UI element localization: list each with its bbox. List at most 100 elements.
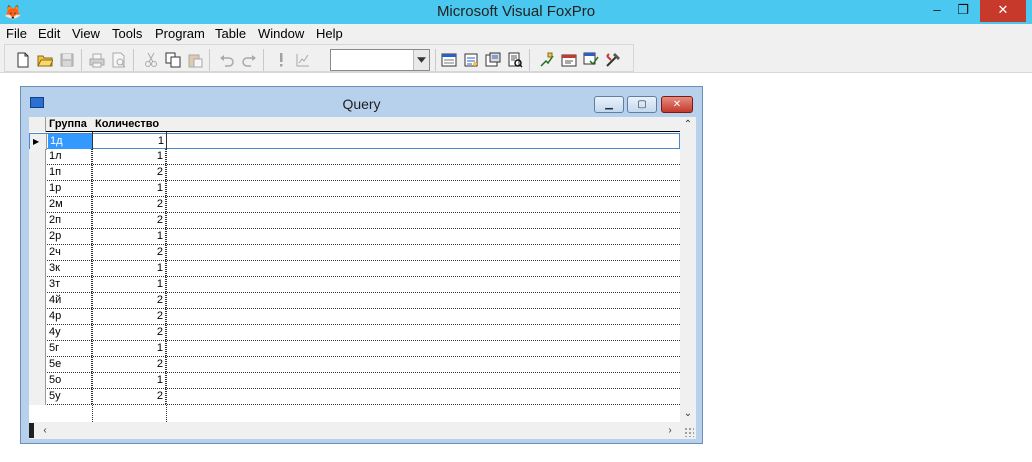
cell-group[interactable]: 1п: [47, 165, 92, 180]
query-maximize-button[interactable]: ▢: [627, 96, 657, 113]
query-minimize-button[interactable]: ▁: [594, 96, 624, 113]
cell-group[interactable]: 1р: [47, 181, 92, 196]
table-row[interactable]: 4у 2: [29, 325, 680, 341]
column-header-count[interactable]: Количество: [93, 117, 159, 132]
cell-group[interactable]: 5г: [47, 341, 92, 356]
table-row[interactable]: 3т 1: [29, 277, 680, 293]
cell-count[interactable]: 1: [92, 181, 166, 196]
menu-file[interactable]: File: [6, 26, 27, 41]
table-row[interactable]: 5г 1: [29, 341, 680, 357]
table-row[interactable]: 2п 2: [29, 213, 680, 229]
record-selector[interactable]: [29, 245, 46, 261]
table-row[interactable]: 1р 1: [29, 181, 680, 197]
scroll-down-icon[interactable]: ⌄: [680, 406, 696, 422]
cell-count[interactable]: 1: [92, 373, 166, 388]
table-row[interactable]: 2ч 2: [29, 245, 680, 261]
record-selector[interactable]: [29, 277, 46, 293]
record-selector[interactable]: [29, 181, 46, 197]
toolbar-combo[interactable]: [330, 49, 430, 71]
table-row[interactable]: 3к 1: [29, 261, 680, 277]
query-title-bar[interactable]: Query ▁ ▢ ✕: [21, 87, 702, 115]
table-row[interactable]: 4р 2: [29, 309, 680, 325]
cell-group[interactable]: 4р: [47, 309, 92, 324]
scroll-left-icon[interactable]: ‹: [37, 422, 53, 439]
cell-count[interactable]: 2: [92, 213, 166, 228]
table-row[interactable]: 1п 2: [29, 165, 680, 181]
cell-group[interactable]: 5у: [47, 389, 92, 404]
builder-icon[interactable]: [603, 50, 623, 70]
cell-group[interactable]: 1д: [48, 134, 93, 149]
cell-group[interactable]: 2п: [47, 213, 92, 228]
browse-grid[interactable]: Группа Количество ▶ 1д 1 1л 1 1п 2 1р 1 2м 2 2п 2 2р 1…: [29, 117, 680, 422]
code-window-icon[interactable]: [483, 50, 503, 70]
table-row[interactable]: 5е 2: [29, 357, 680, 373]
undo-icon[interactable]: [217, 50, 237, 70]
cell-count[interactable]: 2: [92, 309, 166, 324]
cell-count[interactable]: 1: [92, 261, 166, 276]
record-selector[interactable]: [29, 261, 46, 277]
menu-tools[interactable]: Tools: [112, 26, 142, 41]
table-row[interactable]: 4й 2: [29, 293, 680, 309]
scroll-right-icon[interactable]: ›: [662, 422, 678, 439]
menu-help[interactable]: Help: [316, 26, 343, 41]
save-icon[interactable]: [57, 50, 77, 70]
record-selector[interactable]: [29, 389, 46, 405]
table-row[interactable]: 5у 2: [29, 389, 680, 405]
table-row[interactable]: 5о 1: [29, 373, 680, 389]
cell-count[interactable]: 2: [92, 389, 166, 404]
redo-icon[interactable]: [239, 50, 259, 70]
new-file-icon[interactable]: [13, 50, 33, 70]
record-selector[interactable]: [29, 149, 46, 165]
grid-split-bar[interactable]: [29, 423, 34, 438]
cell-group[interactable]: 2м: [47, 197, 92, 212]
data-session-icon[interactable]: [439, 50, 459, 70]
record-selector[interactable]: [29, 341, 46, 357]
open-folder-icon[interactable]: [35, 50, 55, 70]
cell-group[interactable]: 5о: [47, 373, 92, 388]
object-browser-icon[interactable]: [581, 50, 601, 70]
cell-count[interactable]: 2: [92, 197, 166, 212]
menu-view[interactable]: View: [72, 26, 100, 41]
modify-icon[interactable]: [293, 50, 313, 70]
cell-count[interactable]: 2: [92, 357, 166, 372]
record-selector[interactable]: [29, 357, 46, 373]
report-icon[interactable]: [505, 50, 525, 70]
cell-group[interactable]: 1л: [47, 149, 92, 164]
table-row[interactable]: 2м 2: [29, 197, 680, 213]
record-selector[interactable]: [29, 229, 46, 245]
record-selector[interactable]: [29, 325, 46, 341]
form-designer-icon[interactable]: [537, 50, 557, 70]
cell-group[interactable]: 3к: [47, 261, 92, 276]
cell-count[interactable]: 2: [92, 245, 166, 260]
cell-count[interactable]: 1: [92, 229, 166, 244]
record-selector[interactable]: [29, 309, 46, 325]
close-button[interactable]: ✕: [980, 0, 1026, 22]
cell-group[interactable]: 2ч: [47, 245, 92, 260]
vertical-scrollbar[interactable]: ⌃ ⌄: [680, 117, 696, 422]
resize-grip-icon[interactable]: [684, 427, 694, 437]
cell-count[interactable]: 2: [92, 293, 166, 308]
record-selector[interactable]: [29, 197, 46, 213]
run-icon[interactable]: [271, 50, 291, 70]
menu-edit[interactable]: Edit: [38, 26, 60, 41]
record-selector[interactable]: [29, 165, 46, 181]
cell-count[interactable]: 1: [92, 277, 166, 292]
cut-icon[interactable]: [141, 50, 161, 70]
query-window[interactable]: Query ▁ ▢ ✕ Группа Количество ▶ 1д 1 1л 1 1п 2…: [20, 86, 703, 444]
copy-icon[interactable]: [163, 50, 183, 70]
record-selector[interactable]: [29, 293, 46, 309]
restore-button[interactable]: ❐: [948, 0, 978, 22]
record-selector[interactable]: [29, 213, 46, 229]
query-close-button[interactable]: ✕: [661, 96, 693, 113]
scroll-up-icon[interactable]: ⌃: [680, 117, 696, 133]
cell-group[interactable]: 4й: [47, 293, 92, 308]
cell-count[interactable]: 2: [92, 165, 166, 180]
cell-group[interactable]: 5е: [47, 357, 92, 372]
cell-count[interactable]: 2: [92, 325, 166, 340]
cell-count[interactable]: 1: [92, 341, 166, 356]
menu-program[interactable]: Program: [155, 26, 205, 41]
cell-count[interactable]: 1: [92, 149, 166, 164]
print-icon[interactable]: [87, 50, 107, 70]
table-row[interactable]: ▶ 1д 1: [29, 133, 680, 150]
print-preview-icon[interactable]: [109, 50, 129, 70]
